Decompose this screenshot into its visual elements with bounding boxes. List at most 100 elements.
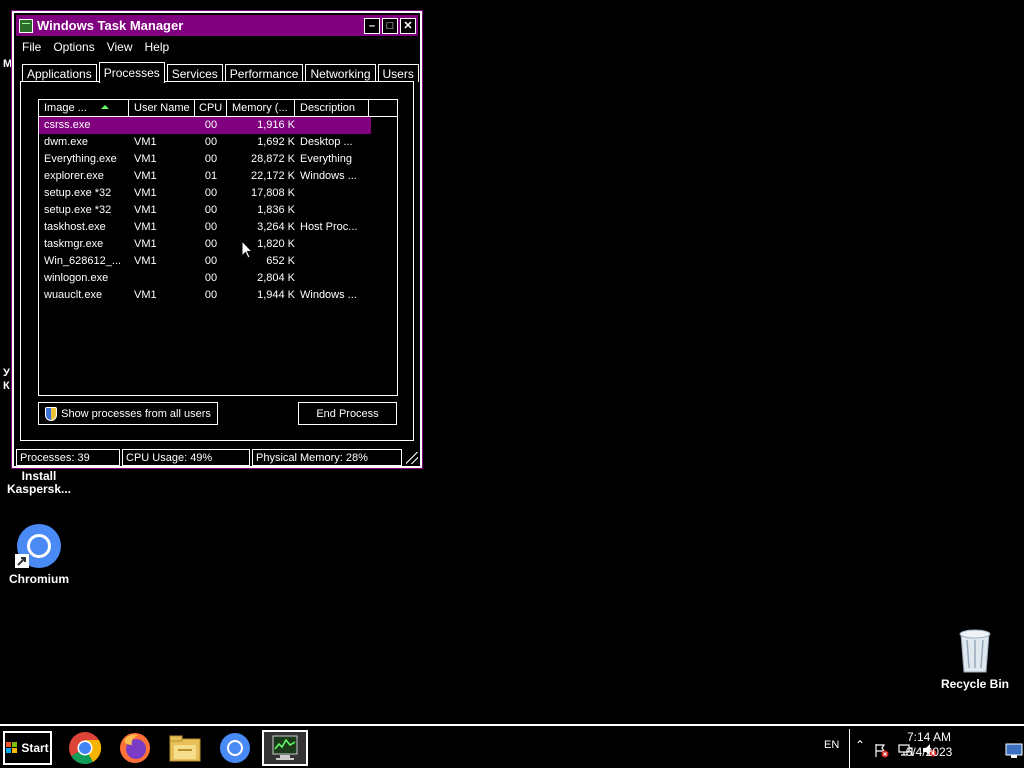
column-header-filler	[369, 100, 397, 117]
column-header-description[interactable]: Description	[295, 100, 369, 117]
resize-grip[interactable]	[406, 452, 418, 464]
menu-view[interactable]: View	[101, 37, 139, 55]
process-row[interactable]: setup.exe *32 VM1 00 17,808 K	[39, 185, 397, 202]
process-row[interactable]: taskmgr.exe VM1 00 1,820 K	[39, 236, 397, 253]
process-row-cells: wuauclt.exe VM1 00 1,944 K Windows ...	[39, 287, 371, 304]
process-memory: 652 K	[266, 255, 295, 267]
process-description	[295, 117, 371, 134]
taskbar-chrome[interactable]	[63, 730, 107, 766]
process-rows: csrss.exe 00 1,916 K dwm.exe VM1 00 1,692 K Des…	[39, 117, 397, 304]
taskbar-clock[interactable]: 7:14 AM 6/4/2023	[884, 730, 974, 760]
process-cpu: 00	[204, 119, 218, 131]
title-bar[interactable]: Windows Task Manager – □ ✕	[16, 15, 418, 36]
process-user-name: VM1	[134, 238, 157, 250]
firefox-icon	[120, 733, 150, 763]
desktop-edge-text: У	[3, 367, 10, 379]
desktop-icon-chromium[interactable]: Chromium	[4, 522, 74, 586]
process-cpu: 00	[204, 255, 218, 267]
start-label: Start	[21, 741, 49, 755]
process-row[interactable]: dwm.exe VM1 00 1,692 K Desktop ...	[39, 134, 397, 151]
process-user-name: VM1	[134, 187, 157, 199]
process-memory: 3,264 K	[257, 221, 295, 233]
tab-services[interactable]: Services	[166, 64, 223, 82]
close-button[interactable]: ✕	[400, 17, 416, 34]
start-button[interactable]: Start	[3, 731, 52, 765]
status-cpu-usage: CPU Usage: 49%	[122, 449, 250, 466]
taskbar-chromium[interactable]	[213, 730, 257, 766]
desktop-edge-text: К	[3, 380, 10, 392]
tab-users[interactable]: Users	[377, 64, 419, 82]
process-description	[295, 253, 371, 270]
processes-panel: Image ... User Name CPU Memory (... Desc…	[20, 81, 414, 441]
tab-applications[interactable]: Applications	[22, 64, 97, 82]
process-row[interactable]: wuauclt.exe VM1 00 1,944 K Windows ...	[39, 287, 397, 304]
task-manager-window: Windows Task Manager – □ ✕ File Options …	[11, 10, 423, 469]
clock-date: 6/4/2023	[905, 745, 953, 759]
process-row[interactable]: Win_628612_... VM1 00 652 K	[39, 253, 397, 270]
process-image-name: explorer.exe	[44, 170, 104, 182]
taskbar-file-explorer[interactable]	[163, 730, 207, 766]
desktop-edge-text: M	[3, 58, 13, 70]
menu-options[interactable]: Options	[47, 37, 100, 55]
desktop-icon-recycle-bin[interactable]: Recycle Bin	[938, 626, 1012, 691]
process-row-cells: winlogon.exe 00 2,804 K	[39, 270, 371, 287]
chrome-icon	[69, 732, 102, 765]
menu-file[interactable]: File	[16, 37, 47, 55]
process-row[interactable]: taskhost.exe VM1 00 3,264 K Host Proc...	[39, 219, 397, 236]
process-row[interactable]: Everything.exe VM1 00 28,872 K Everything	[39, 151, 397, 168]
process-row[interactable]: setup.exe *32 VM1 00 1,836 K	[39, 202, 397, 219]
process-row-cells: taskhost.exe VM1 00 3,264 K Host Proc...	[39, 219, 371, 236]
process-description: Windows ...	[300, 289, 357, 301]
tab-performance[interactable]: Performance	[224, 64, 304, 82]
status-physical-memory: Physical Memory: 28%	[252, 449, 402, 466]
process-user-name	[129, 270, 195, 287]
status-bar: Processes: 39 CPU Usage: 49% Physical Me…	[16, 449, 418, 466]
desktop-icon-install-kaspersky[interactable]: Install Kaspersk...	[4, 470, 74, 496]
process-image-name: csrss.exe	[44, 119, 91, 131]
process-cpu: 00	[204, 238, 218, 250]
column-header-memory[interactable]: Memory (...	[227, 100, 295, 117]
minimize-button[interactable]: –	[364, 17, 380, 34]
process-list[interactable]: Image ... User Name CPU Memory (... Desc…	[38, 99, 398, 396]
menu-bar: File Options View Help	[16, 37, 418, 55]
column-header-cpu[interactable]: CPU	[195, 100, 227, 117]
process-user-name: VM1	[134, 204, 157, 216]
desktop-icon-label: Kaspersk...	[6, 482, 72, 496]
process-memory: 2,804 K	[257, 272, 295, 284]
chromium-icon	[220, 733, 250, 763]
process-row-cells: explorer.exe VM1 01 22,172 K Windows ...	[39, 168, 371, 185]
process-memory: 28,872 K	[250, 153, 295, 165]
process-cpu: 00	[204, 204, 218, 216]
task-manager-icon	[272, 735, 298, 760]
process-memory: 1,916 K	[257, 119, 295, 131]
process-memory: 22,172 K	[250, 170, 295, 182]
tab-processes[interactable]: Processes	[98, 62, 165, 83]
process-row[interactable]: explorer.exe VM1 01 22,172 K Windows ...	[39, 168, 397, 185]
end-process-button[interactable]: End Process	[298, 402, 397, 425]
process-row-cells: taskmgr.exe VM1 00 1,820 K	[39, 236, 371, 253]
process-image-name: setup.exe *32	[44, 204, 112, 216]
maximize-button[interactable]: □	[382, 17, 398, 34]
process-description	[295, 236, 371, 253]
window-title: Windows Task Manager	[37, 18, 184, 33]
column-header-image[interactable]: Image ...	[39, 100, 129, 117]
menu-help[interactable]: Help	[139, 37, 176, 55]
taskbar-firefox[interactable]	[113, 730, 157, 766]
show-hidden-icons-icon[interactable]: ⌃	[855, 738, 865, 752]
language-indicator[interactable]: EN	[824, 739, 839, 751]
show-all-processes-button[interactable]: Show processes from all users	[38, 402, 218, 425]
recycle-bin-icon	[959, 629, 991, 673]
process-image-name: taskmgr.exe	[44, 238, 104, 250]
process-row[interactable]: winlogon.exe 00 2,804 K	[39, 270, 397, 287]
process-image-name: Win_628612_...	[44, 255, 122, 267]
taskbar-task-manager[interactable]	[262, 730, 308, 766]
tab-networking[interactable]: Networking	[305, 64, 376, 82]
process-row-cells: dwm.exe VM1 00 1,692 K Desktop ...	[39, 134, 371, 151]
process-image-name: Everything.exe	[44, 153, 117, 165]
process-row[interactable]: csrss.exe 00 1,916 K	[39, 117, 397, 134]
process-row-cells: setup.exe *32 VM1 00 1,836 K	[39, 202, 371, 219]
process-image-name: wuauclt.exe	[44, 289, 103, 301]
process-row-cells: setup.exe *32 VM1 00 17,808 K	[39, 185, 371, 202]
column-header-user-name[interactable]: User Name	[129, 100, 195, 117]
show-desktop-icon[interactable]	[1005, 743, 1023, 759]
